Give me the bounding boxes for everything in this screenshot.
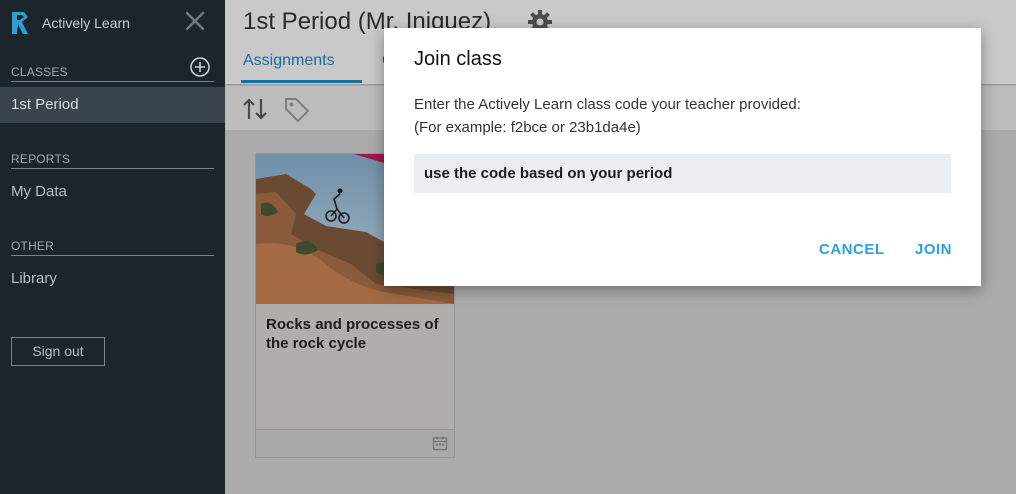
close-icon[interactable] bbox=[184, 10, 206, 32]
dialog-description-line-1: Enter the Actively Learn class code your… bbox=[414, 96, 801, 113]
card-footer bbox=[256, 429, 454, 457]
card-body: Rocks and processes of the rock cycle bbox=[256, 304, 454, 429]
dialog-title: Join class bbox=[414, 48, 502, 70]
actively-learn-logo bbox=[12, 12, 28, 34]
join-button[interactable]: JOIN bbox=[915, 241, 952, 258]
brand-name: Actively Learn bbox=[42, 15, 130, 31]
calendar-icon[interactable] bbox=[432, 435, 448, 451]
join-class-dialog: Join class Enter the Actively Learn clas… bbox=[384, 28, 981, 286]
sign-out-button[interactable]: Sign out bbox=[11, 337, 105, 366]
sidebar: Actively Learn CLASSES 1st Period REPORT… bbox=[0, 0, 225, 494]
section-heading-reports: REPORTS bbox=[11, 152, 214, 169]
section-heading-classes: CLASSES bbox=[11, 65, 214, 82]
tab-assignments[interactable]: Assignments bbox=[243, 52, 335, 70]
add-circle-icon[interactable] bbox=[189, 56, 211, 78]
section-heading-other: OTHER bbox=[11, 239, 214, 256]
class-code-input[interactable] bbox=[414, 154, 951, 193]
tag-icon[interactable] bbox=[283, 96, 311, 124]
sidebar-item-1st-period[interactable]: 1st Period bbox=[0, 87, 225, 123]
sort-icon[interactable] bbox=[241, 96, 269, 122]
dialog-description: Enter the Actively Learn class code your… bbox=[414, 93, 801, 139]
dialog-description-line-2: (For example: f2bce or 23b1da4e) bbox=[414, 119, 641, 136]
sidebar-item-my-data[interactable]: My Data bbox=[0, 174, 225, 210]
sidebar-item-library[interactable]: Library bbox=[0, 261, 225, 297]
cancel-button[interactable]: CANCEL bbox=[819, 241, 885, 258]
tab-active-indicator bbox=[241, 80, 362, 83]
card-title: Rocks and processes of the rock cycle bbox=[266, 316, 439, 352]
brand[interactable]: Actively Learn bbox=[9, 10, 130, 36]
